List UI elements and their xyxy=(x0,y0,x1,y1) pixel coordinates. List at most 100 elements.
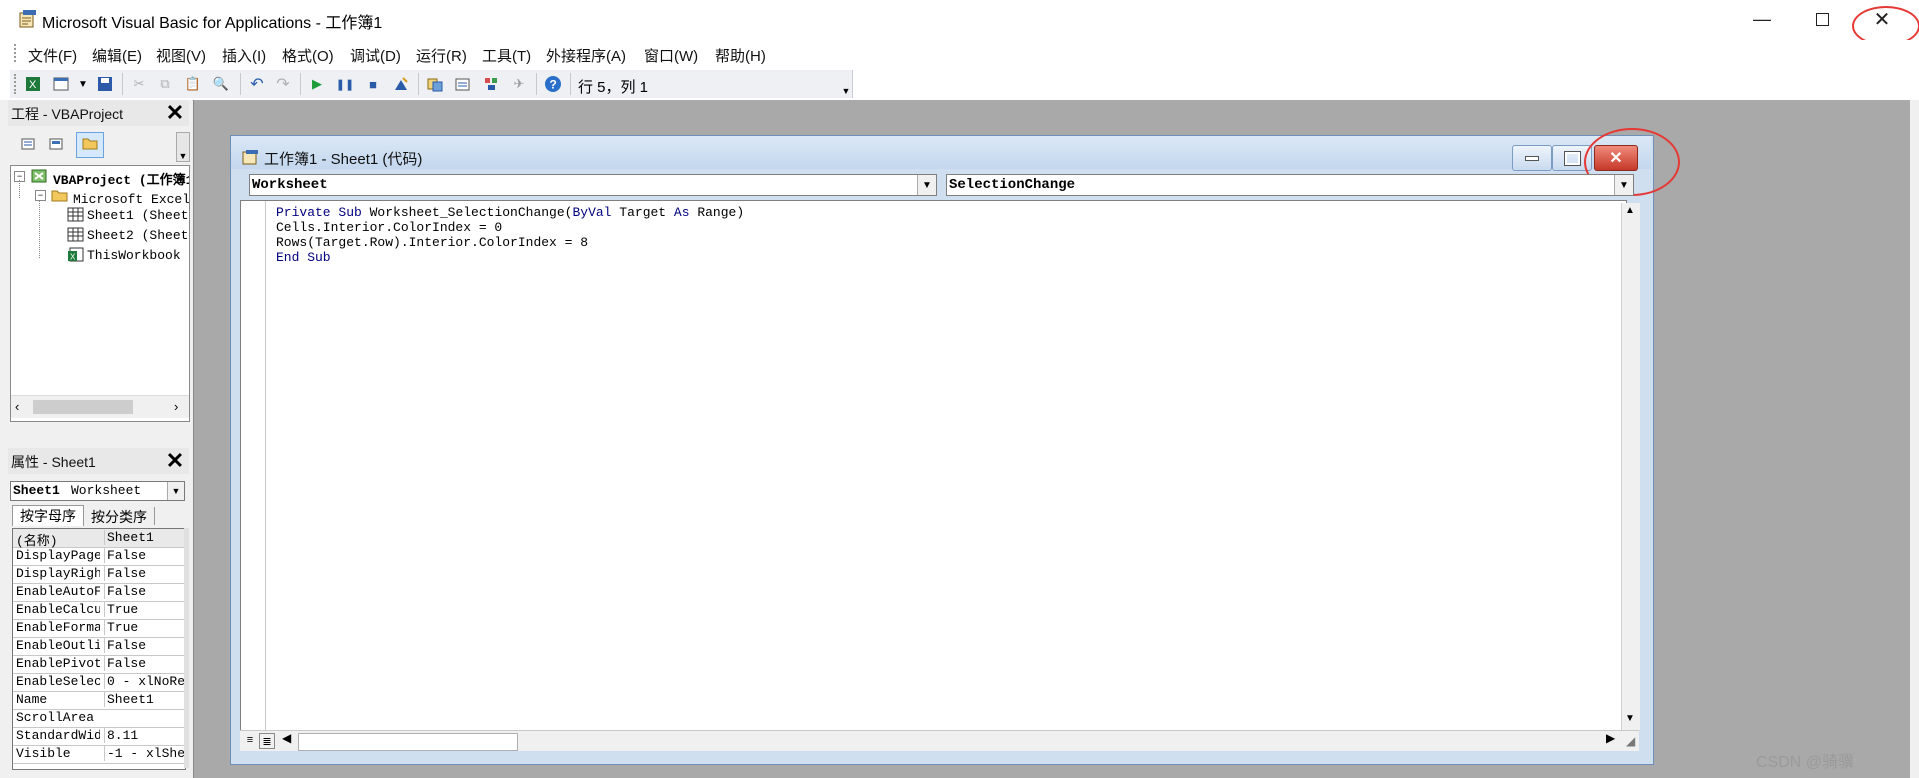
property-value[interactable]: False xyxy=(104,638,185,653)
menu-item-6[interactable]: 运行(R) xyxy=(416,45,467,66)
toggle-folders-button[interactable] xyxy=(76,132,104,158)
object-browser-icon[interactable] xyxy=(482,75,500,93)
redo-icon[interactable]: ↷ xyxy=(274,75,292,93)
property-row[interactable]: (名称) Sheet1 xyxy=(13,529,185,549)
property-row[interactable]: Visible -1 - xlSheetVisible xyxy=(13,745,185,764)
property-row[interactable]: DisplayPageBreaks False xyxy=(13,547,185,566)
scroll-right-icon[interactable]: ▶ xyxy=(1606,731,1615,745)
property-row[interactable]: EnableAutoFilter False xyxy=(13,583,185,602)
property-row[interactable]: EnablePivotTable False xyxy=(13,655,185,674)
code-text: Cells.Interior.ColorIndex = 0 xyxy=(276,220,503,235)
code-line[interactable]: End Sub xyxy=(276,250,331,265)
property-row[interactable]: DisplayRightToLeft False xyxy=(13,565,185,584)
property-value[interactable]: -1 - xlSheetVisible xyxy=(104,746,185,761)
scroll-left-icon[interactable]: ◀ xyxy=(282,731,291,745)
code-line[interactable]: Cells.Interior.ColorIndex = 0 xyxy=(276,220,502,235)
project-pane-header: 工程 - VBAProject xyxy=(8,100,189,126)
insert-userform-icon[interactable] xyxy=(52,75,70,93)
property-value[interactable]: False xyxy=(104,566,185,581)
property-row[interactable]: EnableFormatConditionsCalculation True xyxy=(13,619,185,638)
cut-icon[interactable]: ✂ xyxy=(130,75,148,93)
property-value[interactable]: Sheet1 xyxy=(104,530,185,545)
toolbar-grip[interactable] xyxy=(14,74,19,94)
menu-item-9[interactable]: 窗口(W) xyxy=(644,45,698,66)
undo-icon[interactable]: ↶ xyxy=(248,75,266,93)
property-row[interactable]: ScrollArea xyxy=(13,709,185,728)
help-icon[interactable]: ? xyxy=(544,75,562,93)
insert-dropdown-icon[interactable]: ▼ xyxy=(74,75,92,93)
menu-item-5[interactable]: 调试(D) xyxy=(350,45,401,66)
reset-icon[interactable]: ■ xyxy=(364,75,382,93)
property-row[interactable]: Name Sheet1 xyxy=(13,691,185,710)
chevron-down-icon[interactable]: ▼ xyxy=(1614,175,1633,195)
copy-icon[interactable]: ⧉ xyxy=(156,75,174,93)
code-margin-indicator-bar[interactable] xyxy=(241,201,266,730)
chevron-down-icon[interactable]: ▼ xyxy=(167,482,184,500)
property-value[interactable]: True xyxy=(104,620,185,635)
menu-item-10[interactable]: 帮助(H) xyxy=(715,45,766,66)
property-value[interactable]: 8.11 xyxy=(104,728,185,743)
menu-item-1[interactable]: 编辑(E) xyxy=(92,45,142,66)
menu-item-3[interactable]: 插入(I) xyxy=(222,45,266,66)
code-line[interactable]: Private Sub Worksheet_SelectionChange(By… xyxy=(276,205,744,220)
minimize-button[interactable]: — xyxy=(1732,0,1792,38)
find-icon[interactable]: 🔍 xyxy=(212,75,230,93)
toolbox-icon[interactable]: ✈ xyxy=(510,75,528,93)
full-module-view-icon[interactable]: ≣ xyxy=(259,733,275,749)
paste-icon[interactable]: 📋 xyxy=(184,75,202,93)
property-value[interactable]: False xyxy=(104,656,185,671)
property-row[interactable]: StandardWidth 8.11 xyxy=(13,727,185,746)
tab-categorized[interactable]: 按分类序 xyxy=(84,507,155,525)
scroll-track[interactable] xyxy=(1624,225,1638,701)
property-value[interactable]: True xyxy=(104,602,185,617)
scroll-up-icon[interactable]: ▲ xyxy=(1625,205,1635,216)
properties-pane-close-button[interactable]: ✕ xyxy=(163,448,187,473)
tree-folder-label: Microsoft Excel 对象 xyxy=(73,192,190,207)
view-object-icon[interactable] xyxy=(46,134,66,154)
design-mode-icon[interactable] xyxy=(392,75,410,93)
project-hscrollbar[interactable]: ‹ › xyxy=(11,395,189,418)
property-value[interactable]: 0 - xlNoRestrictions xyxy=(104,674,185,689)
scroll-left-icon[interactable]: ‹ xyxy=(15,399,19,414)
view-code-icon[interactable] xyxy=(18,134,38,154)
code-vscrollbar[interactable]: ▲ ▼ xyxy=(1621,203,1640,730)
properties-window-icon[interactable] xyxy=(454,75,472,93)
procedure-combo[interactable]: SelectionChange ▼ xyxy=(946,174,1634,196)
code-window-titlebar xyxy=(231,136,1651,169)
object-selector-combo[interactable]: Sheet1 Worksheet ▼ xyxy=(10,481,185,501)
hscroll-thumb[interactable] xyxy=(298,733,518,751)
excel-view-icon[interactable]: X xyxy=(24,75,42,93)
scroll-down-icon[interactable]: ▼ xyxy=(1625,713,1635,724)
break-icon[interactable]: ❚❚ xyxy=(336,75,354,93)
menu-item-2[interactable]: 视图(V) xyxy=(156,45,206,66)
run-icon[interactable]: ▶ xyxy=(308,75,326,93)
svg-text:X: X xyxy=(29,79,37,91)
menu-item-8[interactable]: 外接程序(A) xyxy=(546,45,626,66)
object-combo[interactable]: Worksheet ▼ xyxy=(249,174,937,196)
resize-grip-icon[interactable]: ◢ xyxy=(1626,734,1640,748)
project-pane-close-button[interactable]: ✕ xyxy=(163,100,187,125)
menu-item-7[interactable]: 工具(T) xyxy=(482,45,531,66)
menu-item-0[interactable]: 文件(F) xyxy=(28,45,77,66)
property-row[interactable]: EnableSelection 0 - xlNoRestrictions xyxy=(13,673,185,692)
chevron-down-icon[interactable]: ▼ xyxy=(917,175,936,195)
project-pane-scroll-arrow[interactable]: ▼ xyxy=(176,132,190,162)
property-value[interactable]: False xyxy=(104,548,185,563)
save-icon[interactable] xyxy=(96,75,114,93)
property-value[interactable]: Sheet1 xyxy=(104,692,185,707)
tab-alphabetic[interactable]: 按字母序 xyxy=(12,505,84,526)
scroll-thumb[interactable] xyxy=(33,400,133,414)
code-minimize-button[interactable] xyxy=(1512,145,1552,171)
property-row[interactable]: EnableCalculation True xyxy=(13,601,185,620)
property-row[interactable]: EnableOutlining False xyxy=(13,637,185,656)
menu-item-4[interactable]: 格式(O) xyxy=(282,45,334,66)
toolbar-options-chevron[interactable]: ▼ xyxy=(840,72,852,96)
code-keyword: ByVal xyxy=(572,205,612,220)
code-editor[interactable] xyxy=(240,200,1627,732)
procedure-view-icon[interactable]: ≡ xyxy=(243,733,257,747)
project-explorer-icon[interactable] xyxy=(426,75,444,93)
maximize-button[interactable] xyxy=(1792,0,1852,38)
scroll-right-icon[interactable]: › xyxy=(174,399,178,414)
code-line[interactable]: Rows(Target.Row).Interior.ColorIndex = 8 xyxy=(276,235,588,250)
property-value[interactable]: False xyxy=(104,584,185,599)
